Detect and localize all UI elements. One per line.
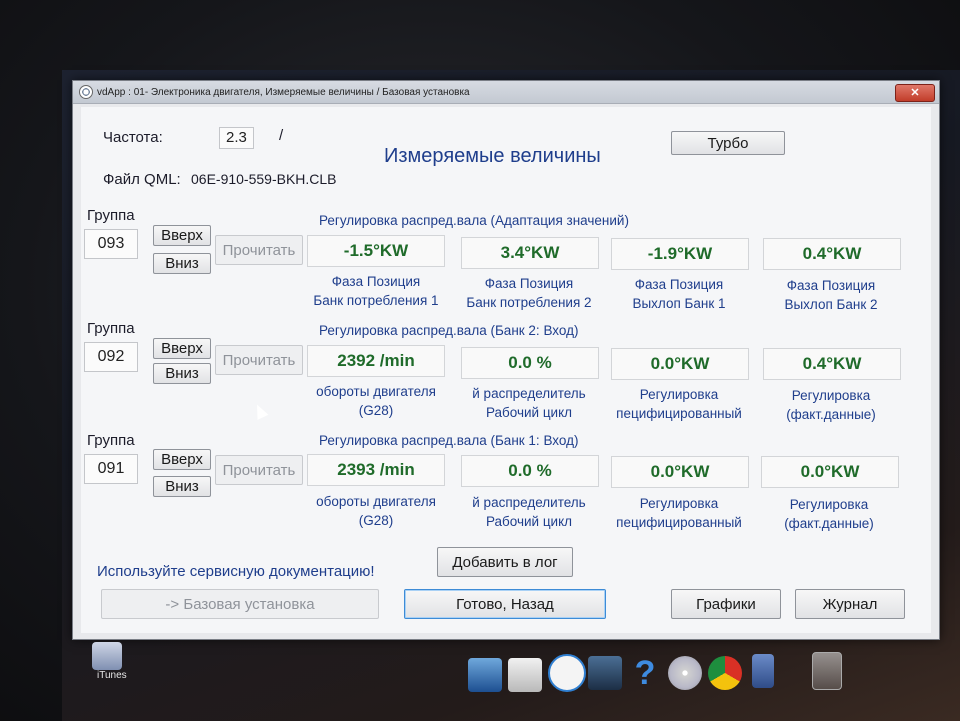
- page-title: Измеряемые величины: [384, 145, 601, 167]
- value-caption: пецифицированный: [616, 515, 742, 530]
- value-caption: Фаза Позиция: [331, 274, 421, 289]
- recycle-bin-icon[interactable]: [812, 652, 842, 690]
- value-cell: 0.0°KW: [611, 456, 749, 488]
- monitor-icon[interactable]: [468, 658, 502, 692]
- phone-icon[interactable]: [752, 654, 774, 688]
- value-cell: 0.0°KW: [761, 456, 899, 488]
- group-number[interactable]: 092: [84, 342, 138, 372]
- folder-icon[interactable]: [508, 658, 542, 692]
- group-label: Группа: [87, 320, 135, 337]
- group-read-button[interactable]: Прочитать: [215, 455, 303, 485]
- freq-separator: /: [279, 127, 284, 144]
- app-icon: [79, 85, 93, 99]
- value-caption: (факт.данные): [784, 516, 874, 531]
- value-cell: -1.9°KW: [611, 238, 749, 270]
- value-cell: 0.4°KW: [763, 238, 901, 270]
- group-title: Регулировка распред.вала (Адаптация знач…: [319, 213, 629, 228]
- vdapp-taskbar-icon[interactable]: [548, 654, 586, 692]
- value-caption: й распределитель: [472, 495, 586, 510]
- value-cell: 0.0 %: [461, 347, 599, 379]
- value-caption: Рабочий цикл: [485, 405, 573, 420]
- value-cell: -1.5°KW: [307, 235, 445, 267]
- freq-label: Частота:: [103, 129, 163, 146]
- value-cell: 0.0°KW: [611, 348, 749, 380]
- value-caption: Регулировка: [639, 387, 719, 402]
- value-caption: (G28): [358, 513, 394, 528]
- group-number[interactable]: 093: [84, 229, 138, 259]
- add-to-log-button[interactable]: Добавить в лог: [437, 547, 573, 577]
- value-caption: (G28): [358, 403, 394, 418]
- window-titlebar[interactable]: vdApp : 01- Электроника двигателя, Измер…: [73, 81, 939, 104]
- value-caption: Фаза Позиция: [786, 278, 876, 293]
- value-caption: Выхлоп Банк 1: [632, 296, 726, 311]
- freq-value: 2.3: [219, 127, 254, 149]
- group-label: Группа: [87, 432, 135, 449]
- group-read-button[interactable]: Прочитать: [215, 345, 303, 375]
- value-caption: обороты двигателя: [316, 494, 436, 509]
- value-cell: 0.4°KW: [763, 348, 901, 380]
- value-cell: 3.4°KW: [461, 237, 599, 269]
- close-button[interactable]: ✕: [895, 84, 935, 102]
- value-cell: 2393 /min: [307, 454, 445, 486]
- basic-settings-button[interactable]: -> Базовая установка: [101, 589, 379, 619]
- group-number[interactable]: 091: [84, 454, 138, 484]
- group-up-button[interactable]: Вверх: [153, 449, 211, 470]
- done-back-button[interactable]: Готово, Назад: [404, 589, 606, 619]
- group-down-button[interactable]: Вниз: [153, 476, 211, 497]
- taskbar: ?: [62, 640, 960, 721]
- dvd-icon[interactable]: [668, 656, 702, 690]
- group-read-button[interactable]: Прочитать: [215, 235, 303, 265]
- value-caption: Регулировка: [789, 497, 869, 512]
- group-title: Регулировка распред.вала (Банк 1: Вход): [319, 433, 579, 448]
- help-icon[interactable]: ?: [628, 656, 662, 690]
- turbo-button[interactable]: Турбо: [671, 131, 785, 155]
- group-up-button[interactable]: Вверх: [153, 338, 211, 359]
- value-caption: Регулировка: [639, 496, 719, 511]
- file-label: Файл QML:: [103, 171, 181, 188]
- value-caption: Банк потребления 1: [313, 293, 439, 308]
- value-caption: Фаза Позиция: [484, 276, 574, 291]
- camera-icon[interactable]: [588, 656, 622, 690]
- file-value: 06E-910-559-BKH.CLB: [191, 171, 337, 187]
- group-label: Группа: [87, 207, 135, 224]
- app-window: vdApp : 01- Электроника двигателя, Измер…: [72, 80, 940, 640]
- value-cell: 2392 /min: [307, 345, 445, 377]
- value-caption: Фаза Позиция: [634, 277, 724, 292]
- value-caption: Регулировка: [791, 388, 871, 403]
- window-title: vdApp : 01- Электроника двигателя, Измер…: [97, 86, 470, 98]
- value-caption: Банк потребления 2: [466, 295, 592, 310]
- journal-button[interactable]: Журнал: [795, 589, 905, 619]
- window-client-area: Частота: 2.3 / Измеряемые величины Турбо…: [81, 107, 931, 633]
- group-down-button[interactable]: Вниз: [153, 363, 211, 384]
- value-caption: Рабочий цикл: [485, 514, 573, 529]
- value-caption: (факт.данные): [786, 407, 876, 422]
- value-caption: й распределитель: [472, 386, 586, 401]
- group-title: Регулировка распред.вала (Банк 2: Вход): [319, 323, 579, 338]
- value-caption: Выхлоп Банк 2: [784, 297, 878, 312]
- value-cell: 0.0 %: [461, 455, 599, 487]
- value-caption: обороты двигателя: [316, 384, 436, 399]
- group-down-button[interactable]: Вниз: [153, 253, 211, 274]
- group-up-button[interactable]: Вверх: [153, 225, 211, 246]
- chrome-icon[interactable]: [708, 656, 742, 690]
- service-doc-note: Используйте сервисную документацию!: [97, 563, 375, 580]
- value-caption: пецифицированный: [616, 406, 742, 421]
- graphs-button[interactable]: Графики: [671, 589, 781, 619]
